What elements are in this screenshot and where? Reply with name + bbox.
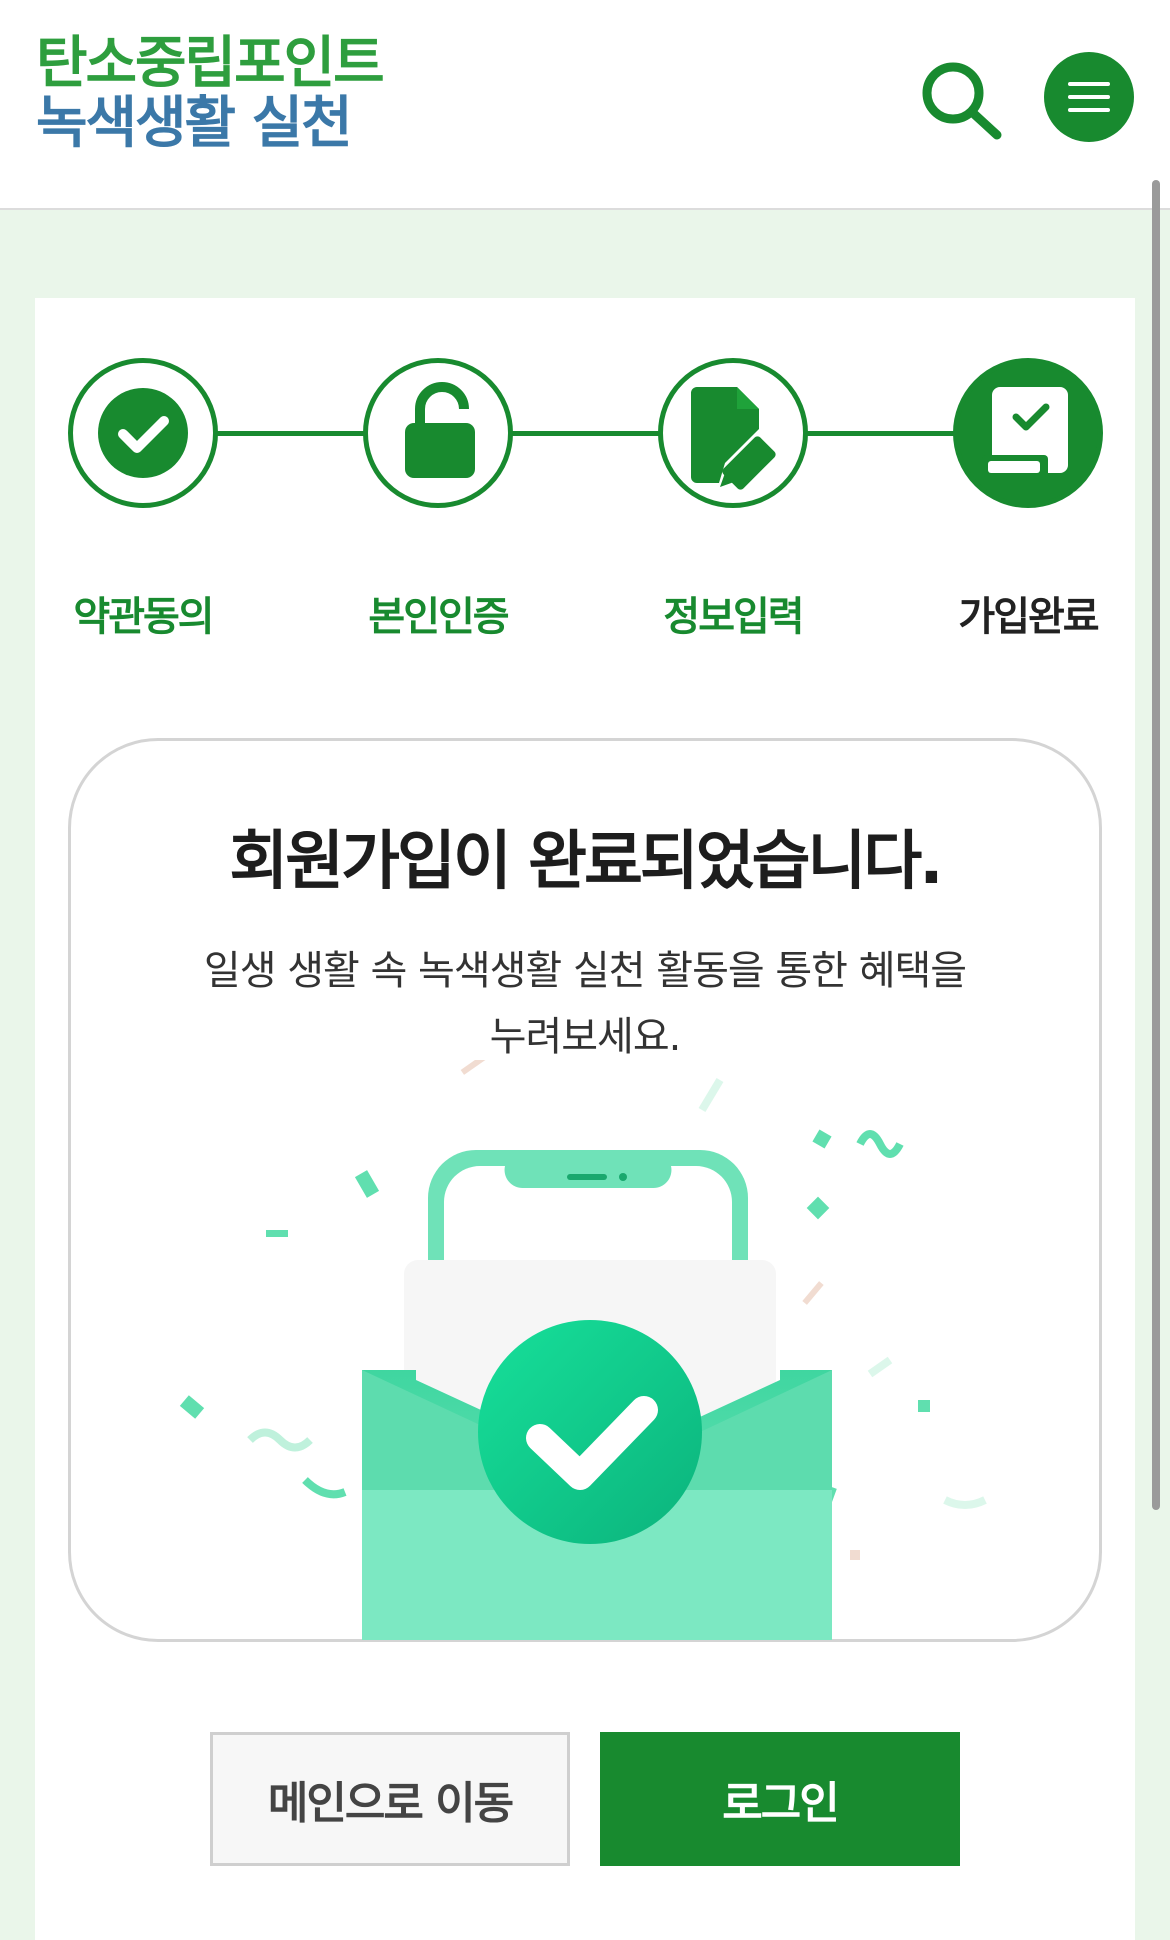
- step-label-info-input: 정보입력: [663, 594, 804, 640]
- unlock-icon: [405, 382, 475, 478]
- menu-button[interactable]: [1044, 52, 1134, 142]
- check-circle-icon: [98, 388, 188, 478]
- completion-title: 회원가입이 완료되었습니다.: [229, 825, 943, 899]
- go-main-button[interactable]: 메인으로 이동: [210, 1732, 570, 1866]
- menu-line: [1068, 108, 1110, 112]
- completion-description: 일생 생활 속 녹색생활 실천 활동을 통한 혜택을 누려보세요.: [203, 948, 967, 1060]
- hamburger-menu-icon: [1068, 82, 1110, 86]
- site-header: 탄소중립포인트 녹색생활 실천: [0, 0, 1170, 210]
- step-terms: [68, 358, 218, 508]
- login-button[interactable]: 로그인: [600, 1732, 960, 1866]
- step-info-input: [658, 358, 808, 508]
- logo-line-2: 녹색생활 실천: [36, 91, 353, 156]
- signup-complete-icon: [982, 387, 1068, 477]
- step-label-terms: 약관동의: [73, 594, 214, 640]
- step-verification: [363, 358, 513, 508]
- logo-line-1: 탄소중립포인트: [36, 31, 385, 96]
- search-button[interactable]: [915, 55, 1005, 145]
- step-connector: [216, 431, 366, 436]
- step-label-signup-complete: 가입완료: [958, 594, 1099, 640]
- search-icon: [922, 62, 1002, 140]
- step-connector: [511, 431, 661, 436]
- phone-envelope-check-illustration: [179, 1060, 987, 1640]
- edit-document-icon: [691, 387, 776, 490]
- menu-line: [1068, 95, 1110, 99]
- step-connector: [806, 431, 956, 436]
- step-label-verification: 본인인증: [368, 594, 509, 640]
- site-logo[interactable]: 탄소중립포인트 녹색생활 실천: [36, 31, 385, 156]
- step-signup-complete: [953, 358, 1103, 508]
